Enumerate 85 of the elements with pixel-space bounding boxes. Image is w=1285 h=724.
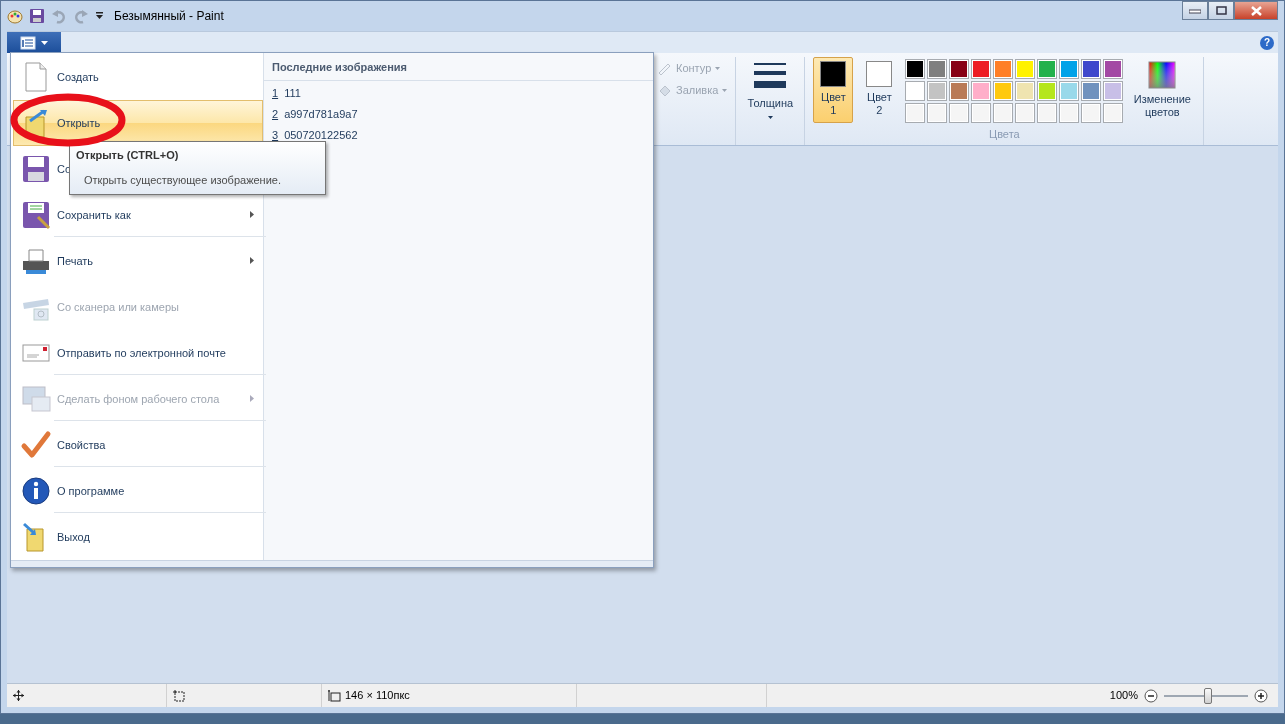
color-swatch[interactable] <box>1081 103 1102 123</box>
color-swatch[interactable] <box>905 59 926 79</box>
minus-icon <box>1144 688 1158 703</box>
submenu-arrow-icon <box>250 257 254 264</box>
close-button[interactable] <box>1234 1 1278 20</box>
color-swatch[interactable] <box>1059 81 1080 101</box>
submenu-arrow-icon <box>250 211 254 218</box>
color-swatch[interactable] <box>1103 59 1124 79</box>
caret-icon <box>767 116 773 119</box>
color-swatch[interactable] <box>949 81 970 101</box>
menu-item[interactable]: Выход <box>13 514 263 560</box>
help-button[interactable]: ? <box>1260 35 1274 50</box>
tooltip-title: Открыть (CTRL+O) <box>76 148 180 163</box>
color-swatch[interactable] <box>1081 81 1102 101</box>
color-swatch[interactable] <box>1015 59 1036 79</box>
zoom-out-button[interactable] <box>1144 688 1158 703</box>
undo-icon[interactable] <box>51 8 67 24</box>
paint-palette-icon[interactable] <box>7 8 23 24</box>
color-swatch[interactable] <box>971 103 992 123</box>
color-swatch[interactable] <box>927 59 948 79</box>
group-label: Цвета <box>988 127 1021 142</box>
color-swatch[interactable] <box>927 81 948 101</box>
recent-title: Последние изображения <box>264 53 653 81</box>
edit-colors-button[interactable]: Изменение цветов <box>1129 57 1196 123</box>
recent-file-link[interactable]: 3 050720122562 <box>264 124 653 146</box>
menu-item[interactable]: Создать <box>13 54 263 100</box>
zoom-slider[interactable] <box>1164 687 1248 704</box>
app-menu-button[interactable] <box>7 32 61 53</box>
checkmark-icon <box>20 429 52 461</box>
save-icon[interactable] <box>29 8 45 24</box>
color-swatch[interactable] <box>1103 103 1124 123</box>
color-swatch[interactable] <box>993 81 1014 101</box>
redo-icon[interactable] <box>73 8 89 24</box>
color-swatch[interactable] <box>993 59 1014 79</box>
color-slot-button[interactable]: Цвет 1 <box>813 57 854 123</box>
color-swatch[interactable] <box>949 59 970 79</box>
color-swatch[interactable] <box>905 103 926 123</box>
caret-icon <box>722 88 728 92</box>
color-swatch[interactable] <box>1081 59 1102 79</box>
info-icon <box>20 475 52 507</box>
plus-icon <box>1254 688 1268 703</box>
color-spectrum-icon <box>1148 61 1177 89</box>
menu-item[interactable]: Отправить по электронной почте <box>13 330 263 376</box>
image-size-icon <box>328 689 341 702</box>
caret-icon <box>41 40 48 45</box>
recent-file-link[interactable]: 1 111 <box>264 82 653 104</box>
color-swatch[interactable] <box>971 81 992 101</box>
menu-item[interactable]: Свойства <box>13 422 263 468</box>
image-size-text: 146 × 110пкс <box>345 688 410 704</box>
move-cursor-icon <box>13 690 24 701</box>
color-swatch[interactable] <box>993 103 1014 123</box>
color-swatch[interactable] <box>905 81 926 101</box>
tooltip-text: Открыть существующее изображение. <box>83 172 282 188</box>
color-swatch[interactable] <box>949 103 970 123</box>
caret-icon <box>715 66 721 70</box>
color-swatch[interactable] <box>1037 81 1058 101</box>
slider-thumb[interactable] <box>1203 687 1212 704</box>
submenu-arrow-icon <box>250 395 254 402</box>
window-title: Безымянный - Paint <box>114 8 224 25</box>
zoom-level-text: 100% <box>1109 688 1138 704</box>
color-swatch[interactable] <box>1103 81 1124 101</box>
monitor-icon <box>20 383 52 415</box>
close-icon <box>1250 5 1262 16</box>
color-swatch[interactable] <box>1059 59 1080 79</box>
color-swatch[interactable] <box>927 103 948 123</box>
color-swatch[interactable] <box>1059 103 1080 123</box>
color-slot-button[interactable]: Цвет 2 <box>859 57 900 123</box>
menu-item[interactable]: Печать <box>13 238 263 284</box>
minimize-icon <box>1189 7 1201 14</box>
size-button[interactable]: Толщина <box>744 57 797 145</box>
maximize-button[interactable] <box>1208 1 1234 20</box>
menu-item[interactable]: О программе <box>13 468 263 514</box>
menu-icon <box>20 35 38 50</box>
color-swatch[interactable] <box>971 59 992 79</box>
color-swatch[interactable] <box>1037 103 1058 123</box>
color-swatch[interactable] <box>1015 103 1036 123</box>
selection-icon <box>173 689 185 702</box>
maximize-icon <box>1215 6 1227 15</box>
color-swatch[interactable] <box>1015 81 1036 101</box>
dropdown-icon[interactable] <box>95 12 104 20</box>
color-swatch[interactable] <box>1037 59 1058 79</box>
minimize-button[interactable] <box>1182 1 1208 20</box>
recent-file-link[interactable]: 2 a997d781a9a7 <box>264 103 653 125</box>
zoom-in-button[interactable] <box>1254 688 1268 703</box>
menu-item[interactable]: Сохранить как <box>13 192 263 238</box>
